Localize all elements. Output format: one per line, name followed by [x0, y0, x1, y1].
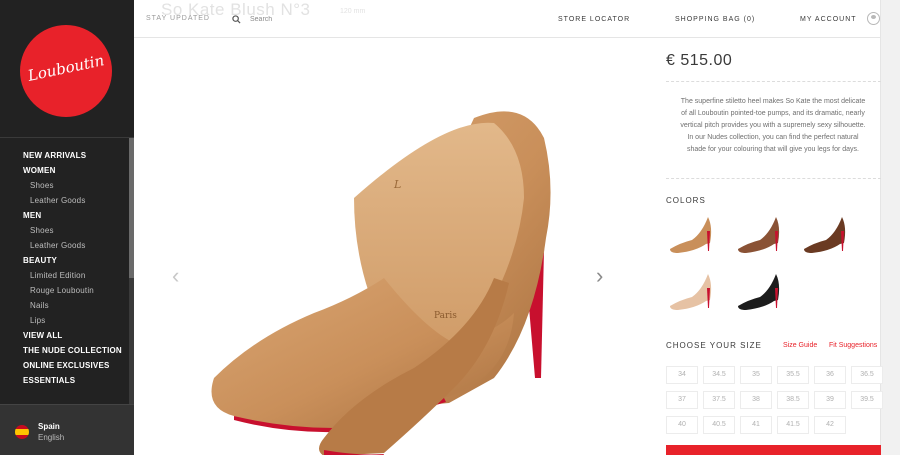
size-option[interactable]: 37.5	[703, 391, 735, 409]
product-description: The superfine stiletto heel makes So Kat…	[680, 98, 866, 153]
my-account-link[interactable]: MY ACCOUNT	[800, 16, 857, 23]
brand-logo[interactable]: Louboutin	[20, 25, 112, 117]
locale-country: Spain	[38, 422, 60, 431]
nav-item-nails[interactable]: Nails	[23, 298, 128, 313]
product-image-shoe: L Paris	[211, 111, 551, 455]
size-option[interactable]: 35.5	[777, 366, 809, 384]
size-option[interactable]: 39	[814, 391, 846, 409]
top-header: So Kate Blush N°3 120 mm STAY UPDATED ST…	[134, 0, 900, 38]
size-option[interactable]: 34	[666, 366, 698, 384]
search-input[interactable]	[250, 11, 370, 27]
page-scrollbar[interactable]	[880, 0, 900, 455]
color-swatch-brown[interactable]	[734, 213, 784, 255]
nav-item-lips[interactable]: Lips	[23, 313, 128, 328]
sidebar: Louboutin NEW ARRIVALS WOMEN Shoes Leather …	[0, 0, 134, 455]
nav-item-view-all[interactable]: VIEW ALL	[23, 328, 128, 343]
nav-item-shoes[interactable]: Shoes	[23, 223, 128, 238]
store-locator-link[interactable]: STORE LOCATOR	[558, 16, 630, 23]
nav-item-leather-goods[interactable]: Leather Goods	[23, 238, 128, 253]
size-option[interactable]: 37	[666, 391, 698, 409]
page: Louboutin NEW ARRIVALS WOMEN Shoes Leather …	[0, 0, 900, 455]
colors-heading: COLORS	[666, 196, 706, 205]
gallery-prev-arrow[interactable]: ‹	[172, 265, 179, 287]
nav-item-limited-edition[interactable]: Limited Edition	[23, 268, 128, 283]
color-swatch-camel[interactable]	[666, 213, 716, 255]
color-swatch-black[interactable]	[734, 270, 784, 312]
nav-item-men[interactable]: MEN	[23, 208, 128, 223]
nav-item-leather-goods[interactable]: Leather Goods	[23, 193, 128, 208]
size-heading: CHOOSE YOUR SIZE	[666, 341, 762, 350]
locale-selector[interactable]: Spain English	[0, 404, 134, 455]
brand-logo-text: Louboutin	[26, 51, 106, 85]
size-option[interactable]: 38	[740, 391, 772, 409]
stay-updated-link[interactable]: STAY UPDATED	[146, 15, 210, 22]
locale-language: English	[38, 433, 65, 442]
nav-item-rouge-louboutin[interactable]: Rouge Louboutin	[23, 283, 128, 298]
nav-item-online-exclusives[interactable]: ONLINE EXCLUSIVES	[23, 358, 128, 373]
size-option[interactable]: 38.5	[777, 391, 809, 409]
color-swatch-nude[interactable]	[666, 270, 716, 312]
user-icon[interactable]	[867, 12, 880, 25]
shopping-bag-link[interactable]: SHOPPING BAG (0)	[675, 16, 755, 23]
size-option[interactable]: 40.5	[703, 416, 735, 434]
search-icon[interactable]	[232, 15, 241, 24]
divider	[666, 178, 881, 179]
size-option[interactable]: 36	[814, 366, 846, 384]
fit-suggestions-link[interactable]: Fit Suggestions	[829, 342, 877, 349]
spain-flag-icon	[15, 425, 29, 439]
size-option[interactable]: 42	[814, 416, 846, 434]
size-option[interactable]: 41.5	[777, 416, 809, 434]
nav-item-beauty[interactable]: BEAUTY	[23, 253, 128, 268]
size-option[interactable]: 40	[666, 416, 698, 434]
size-option[interactable]: 35	[740, 366, 772, 384]
nav-item-essentials[interactable]: ESSENTIALS	[23, 373, 128, 388]
size-option[interactable]: 36.5	[851, 366, 883, 384]
insole-brand-text: Paris	[434, 311, 457, 321]
nav-item-shoes[interactable]: Shoes	[23, 178, 128, 193]
nav-item-the-nude-collection[interactable]: THE NUDE COLLECTION	[23, 343, 128, 358]
nav-item-women[interactable]: WOMEN	[23, 163, 128, 178]
nav-item-new-arrivals[interactable]: NEW ARRIVALS	[23, 148, 128, 163]
product-gallery: ‹ › L Paris	[134, 38, 646, 455]
svg-text:L: L	[393, 178, 401, 191]
product-info-panel: € 515.00 The superfine stiletto heel mak…	[646, 38, 883, 455]
add-to-bag-button[interactable]	[666, 445, 881, 455]
logo-area: Louboutin	[0, 0, 134, 138]
size-option[interactable]: 39.5	[851, 391, 883, 409]
color-swatch-dark-brown[interactable]	[800, 213, 850, 255]
divider	[666, 81, 881, 82]
size-guide-link[interactable]: Size Guide	[783, 342, 817, 349]
product-price: € 515.00	[666, 52, 733, 69]
size-option[interactable]: 34.5	[703, 366, 735, 384]
main-nav: NEW ARRIVALS WOMEN Shoes Leather Goods MEN Sh…	[23, 148, 128, 388]
size-option[interactable]: 41	[740, 416, 772, 434]
